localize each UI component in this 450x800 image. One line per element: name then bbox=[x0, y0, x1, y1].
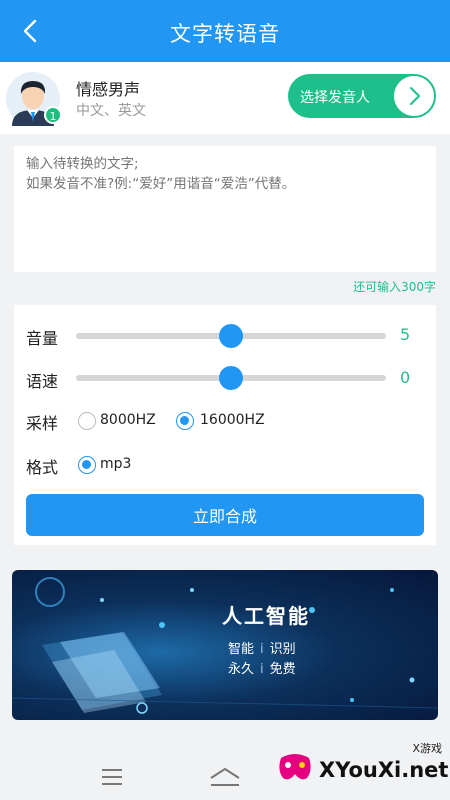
settings-card: 音量 5 语速 0 采样 8000HZ 16000HZ 格式 mp3 立即合成 bbox=[14, 305, 436, 545]
speed-value: 0 bbox=[400, 368, 411, 387]
speed-slider-thumb[interactable] bbox=[219, 366, 243, 390]
speaker-panel: 1 情感男声 中文、英文 选择发音人 bbox=[0, 62, 450, 134]
sample-16000-radio[interactable] bbox=[176, 412, 194, 430]
chevron-right-icon bbox=[394, 76, 434, 116]
home-icon[interactable] bbox=[208, 766, 242, 788]
volume-value: 5 bbox=[400, 325, 411, 344]
volume-slider-thumb[interactable] bbox=[219, 324, 243, 348]
menu-icon[interactable] bbox=[100, 768, 124, 786]
banner-illustration bbox=[12, 577, 438, 714]
banner-text-forever: 永久 bbox=[228, 662, 255, 677]
banner-title: 人工智能 bbox=[222, 604, 310, 628]
format-mp3-radio[interactable] bbox=[78, 456, 96, 474]
speaker-count-badge: 1 bbox=[44, 106, 62, 124]
sample-8000-label: 8000HZ bbox=[100, 412, 156, 428]
select-speaker-button[interactable]: 选择发音人 bbox=[288, 74, 436, 118]
format-label: 格式 bbox=[26, 458, 59, 477]
gamepad-logo-icon bbox=[279, 754, 311, 780]
page-title: 文字转语音 bbox=[170, 22, 280, 46]
voice-languages: 中文、英文 bbox=[76, 103, 146, 119]
text-input-card bbox=[14, 146, 436, 272]
select-speaker-label: 选择发音人 bbox=[300, 90, 370, 106]
watermark: X游戏 XYouXi.net bbox=[275, 734, 450, 800]
synthesize-button[interactable]: 立即合成 bbox=[26, 494, 424, 536]
banner-text-smart: 智能 bbox=[228, 642, 255, 657]
voice-name: 情感男声 bbox=[76, 80, 141, 99]
banner-line-1: 智能 i 识别 bbox=[228, 638, 296, 657]
top-bar: 文字转语音 bbox=[0, 0, 450, 62]
banner-text-recognize: 识别 bbox=[269, 642, 296, 657]
watermark-brand: XYouXi.net bbox=[319, 758, 449, 782]
banner-separator: i bbox=[260, 642, 264, 657]
sample-8000-radio[interactable] bbox=[78, 412, 96, 430]
text-input[interactable] bbox=[26, 154, 424, 266]
banner-line-2: 永久 i 免费 bbox=[228, 658, 296, 677]
banner-separator: i bbox=[260, 662, 264, 677]
ad-banner[interactable]: 人工智能 智能 i 识别 永久 i 免费 bbox=[12, 570, 438, 720]
format-mp3-label: mp3 bbox=[100, 456, 132, 472]
watermark-small-text: X游戏 bbox=[412, 742, 442, 755]
volume-label: 音量 bbox=[26, 329, 59, 348]
speed-label: 语速 bbox=[26, 372, 59, 391]
sample-label: 采样 bbox=[26, 414, 59, 433]
sample-16000-label: 16000HZ bbox=[200, 412, 265, 428]
remaining-char-count: 还可输入300字 bbox=[353, 280, 436, 294]
banner-text-free: 免费 bbox=[269, 662, 296, 677]
